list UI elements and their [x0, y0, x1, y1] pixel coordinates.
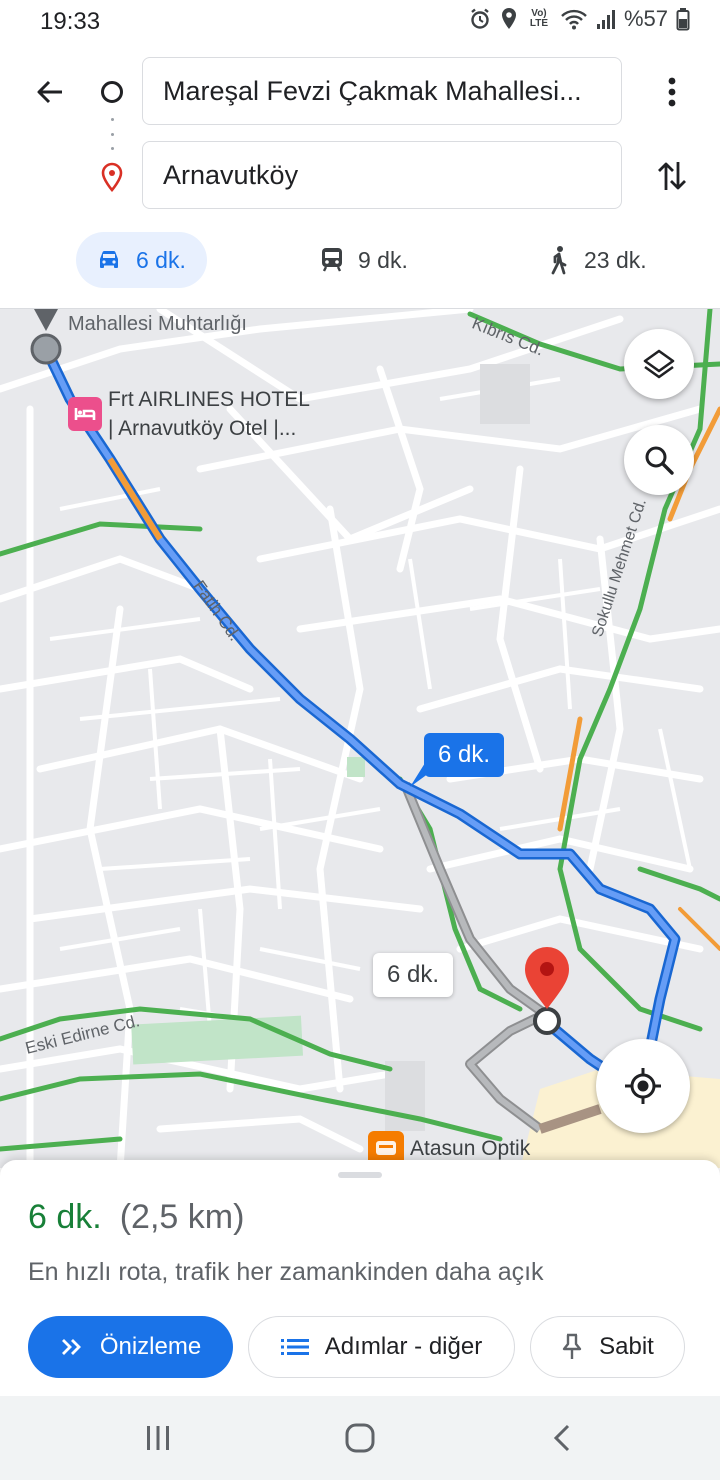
summary-distance: (2,5 km): [119, 1198, 245, 1236]
pin-label: Sabit: [599, 1333, 654, 1360]
park-small: [347, 757, 365, 777]
location-icon: [501, 8, 516, 29]
park-area: [131, 1015, 304, 1065]
pin-icon: [562, 1333, 582, 1359]
start-marker: [30, 333, 62, 365]
origin-field[interactable]: Mareşal Fevzi Çakmak Mahallesi...: [142, 57, 622, 125]
pin-button[interactable]: Sabit: [530, 1316, 685, 1378]
building-area: [480, 364, 530, 424]
tab-car-label: 6 dk.: [136, 246, 186, 273]
primary-route-time-bubble[interactable]: 6 dk.: [424, 733, 505, 777]
tab-walk-label: 23 dk.: [584, 246, 647, 273]
recents-icon: [147, 1426, 169, 1450]
preview-label: Önizleme: [99, 1333, 202, 1360]
preview-button[interactable]: Önizleme: [28, 1316, 233, 1378]
home-button[interactable]: [338, 1416, 382, 1460]
hotel-icon[interactable]: [68, 397, 102, 431]
route-summary: 6 dk. (2,5 km): [28, 1198, 244, 1237]
optik-label[interactable]: Atasun Optik: [410, 1137, 530, 1161]
hotel-label[interactable]: Frt AIRLINES HOTEL | Arnavutköy Otel |..…: [108, 385, 310, 443]
swap-button[interactable]: [650, 154, 694, 198]
system-back-button[interactable]: [540, 1416, 584, 1460]
wifi-icon: [561, 9, 587, 30]
walk-icon: [551, 246, 567, 275]
swap-vert-icon: [658, 162, 686, 190]
layers-icon: [643, 349, 675, 379]
route-summary-sheet[interactable]: 6 dk. (2,5 km) En hızlı rota, trafik her…: [0, 1160, 720, 1396]
origin-circle-icon: [101, 81, 123, 103]
arrow-left-icon: [37, 80, 62, 104]
alt-route-time-bubble[interactable]: 6 dk.: [373, 953, 454, 997]
hotel-label-line2: | Arnavutköy Otel |...: [108, 417, 297, 440]
status-bar: 19:33 Vo) LTE %57: [0, 0, 720, 44]
destination-pin-icon: [100, 162, 124, 199]
back-button[interactable]: [28, 70, 72, 114]
more-options-button[interactable]: [652, 70, 692, 114]
tab-walk[interactable]: 23 dk.: [548, 232, 647, 288]
drag-handle[interactable]: [338, 1172, 382, 1178]
recents-button[interactable]: [136, 1416, 180, 1460]
my-location-button[interactable]: [596, 1039, 690, 1133]
route-note: En hızlı rota, trafik her zamankinden da…: [28, 1258, 544, 1286]
my-location-icon: [625, 1068, 661, 1104]
car-icon: [100, 251, 118, 268]
steps-button[interactable]: Adımlar - diğer: [248, 1316, 515, 1378]
map-view[interactable]: Mahallesi Muhtarlığı Kıbrıs Cd. Frt AIRL…: [0, 308, 720, 1168]
summary-time: 6 dk.: [28, 1198, 102, 1236]
tab-transit[interactable]: 9 dk.: [320, 232, 408, 288]
search-icon: [645, 446, 674, 475]
double-chevron-icon: [61, 1339, 81, 1355]
chevron-left-icon: [553, 1424, 570, 1452]
battery-icon: [676, 8, 690, 31]
map-search-button[interactable]: [624, 425, 694, 495]
steps-label: Adımlar - diğer: [324, 1333, 483, 1360]
minor-streets: [49, 377, 692, 1031]
battery-label: %57: [623, 6, 668, 31]
signal-icon: [596, 10, 615, 29]
destination-field[interactable]: Arnavutköy: [142, 141, 622, 209]
transit-icon: [322, 248, 342, 272]
home-icon: [345, 1423, 375, 1453]
status-icons: Vo) LTE %57: [468, 6, 690, 32]
volte-icon: Vo) LTE: [529, 8, 549, 29]
layers-button[interactable]: [624, 329, 694, 399]
alarm-icon: [471, 8, 489, 29]
status-time: 19:33: [40, 8, 101, 35]
hotel-label-line1: Frt AIRLINES HOTEL: [108, 388, 310, 411]
start-arrow-icon: [34, 309, 58, 331]
travel-mode-tabs: 6 dk. 9 dk. 23 dk.: [0, 230, 720, 290]
list-icon: [280, 1339, 309, 1355]
label-muhtarlik: Mahallesi Muhtarlığı: [68, 313, 247, 335]
route-dots-icon: [110, 118, 114, 150]
tab-transit-label: 9 dk.: [358, 246, 408, 273]
system-nav-bar: [0, 1396, 720, 1480]
tab-car[interactable]: 6 dk.: [76, 232, 207, 288]
destination-marker: [533, 1007, 561, 1035]
directions-header: Mareşal Fevzi Çakmak Mahallesi... Arnavu…: [0, 44, 720, 308]
more-vert-icon: [668, 77, 676, 107]
